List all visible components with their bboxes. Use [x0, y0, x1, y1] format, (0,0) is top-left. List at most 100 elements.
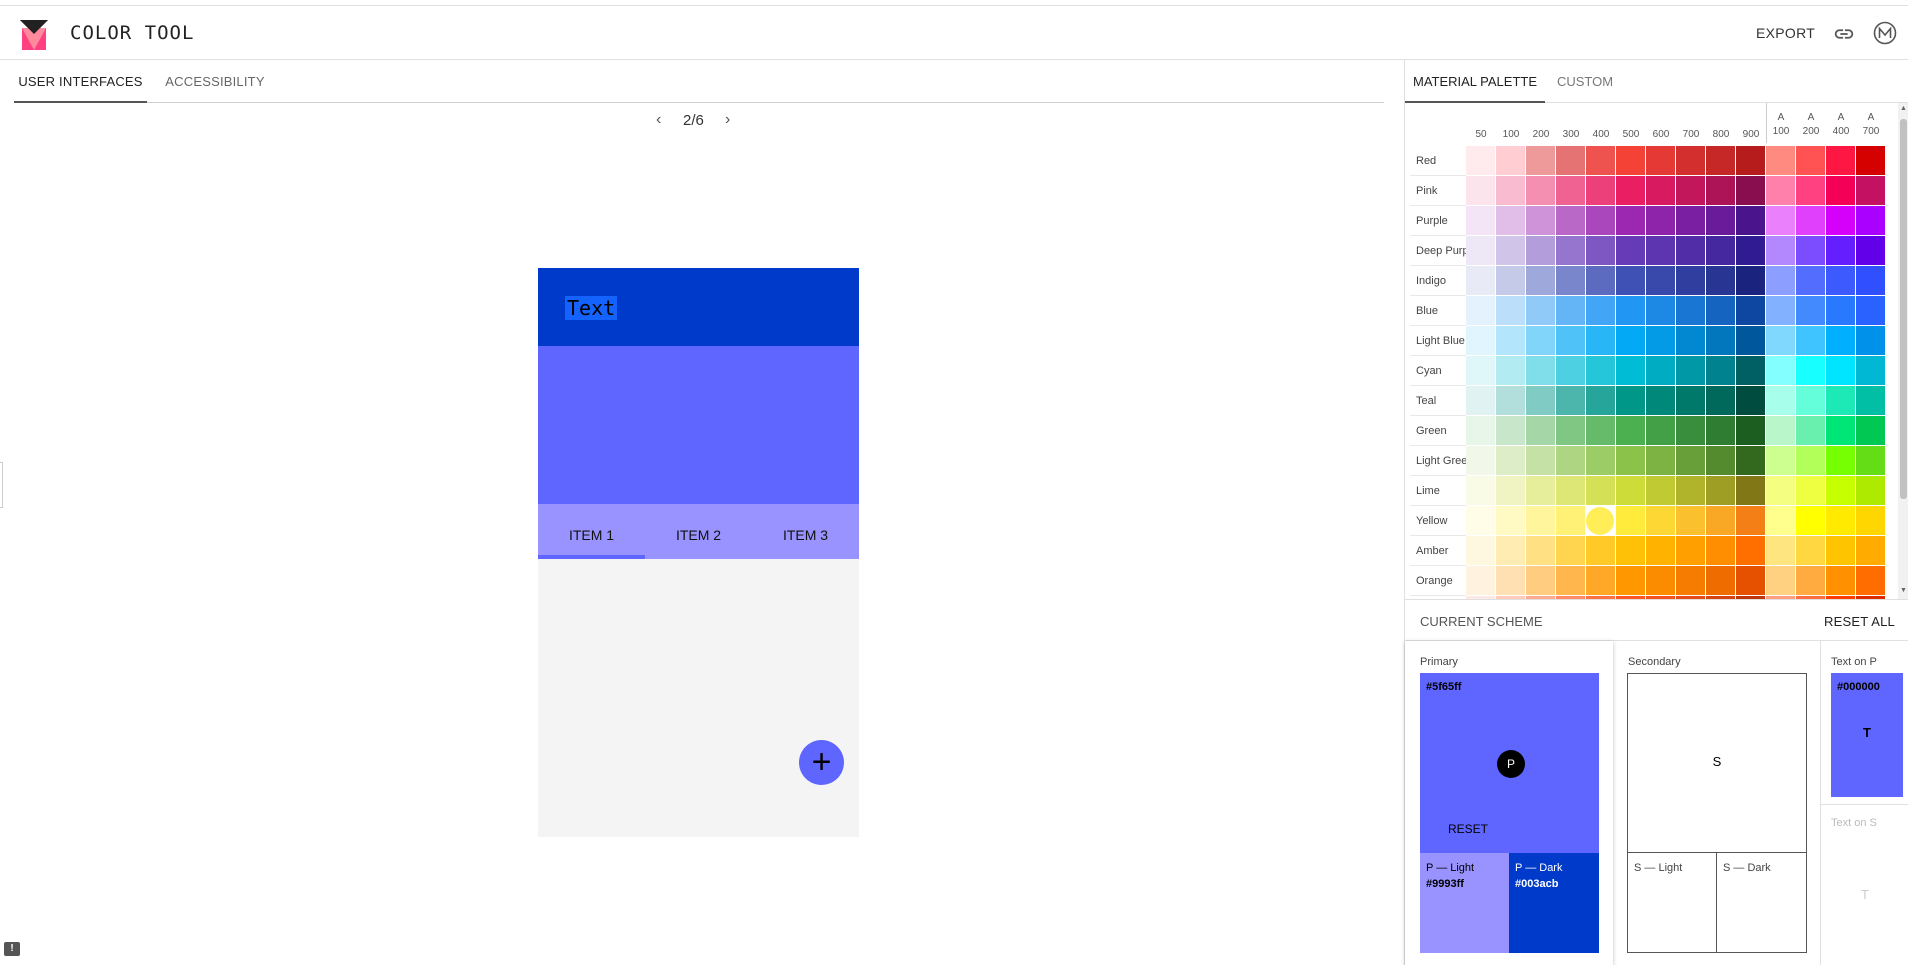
palette-swatch[interactable] — [1736, 386, 1766, 416]
palette-swatch[interactable] — [1586, 266, 1616, 296]
palette-swatch[interactable] — [1466, 446, 1496, 476]
palette-swatch[interactable] — [1646, 446, 1676, 476]
palette-swatch[interactable] — [1586, 206, 1616, 236]
palette-swatch[interactable] — [1856, 416, 1886, 446]
link-icon[interactable] — [1833, 23, 1855, 45]
palette-swatch[interactable] — [1496, 236, 1526, 266]
palette-swatch[interactable] — [1676, 386, 1706, 416]
palette-swatch[interactable] — [1586, 236, 1616, 266]
palette-swatch[interactable] — [1556, 536, 1586, 566]
palette-swatch[interactable] — [1526, 506, 1556, 536]
palette-swatch[interactable] — [1556, 506, 1586, 536]
palette-swatch[interactable] — [1586, 476, 1616, 506]
palette-swatch[interactable] — [1826, 176, 1856, 206]
palette-swatch[interactable] — [1856, 176, 1886, 206]
chevron-right-icon[interactable]: › — [725, 111, 730, 129]
palette-swatch[interactable] — [1736, 326, 1766, 356]
palette-swatch[interactable] — [1826, 566, 1856, 596]
palette-swatch[interactable] — [1556, 326, 1586, 356]
preview-fab-button[interactable]: + — [799, 740, 844, 785]
palette-swatch[interactable] — [1706, 296, 1736, 326]
palette-swatch[interactable] — [1586, 296, 1616, 326]
palette-swatch[interactable] — [1706, 176, 1736, 206]
palette-swatch[interactable] — [1826, 356, 1856, 386]
export-button[interactable]: EXPORT — [1756, 25, 1815, 41]
palette-swatch[interactable] — [1646, 386, 1676, 416]
secondary-dark-swatch[interactable]: S — Dark — [1716, 852, 1807, 953]
palette-swatch[interactable] — [1766, 206, 1796, 236]
palette-swatch[interactable] — [1676, 236, 1706, 266]
palette-swatch[interactable] — [1766, 326, 1796, 356]
palette-swatch[interactable] — [1826, 506, 1856, 536]
palette-swatch[interactable] — [1646, 146, 1676, 176]
palette-swatch[interactable] — [1796, 356, 1826, 386]
palette-swatch[interactable] — [1706, 566, 1736, 596]
palette-swatch[interactable] — [1826, 146, 1856, 176]
palette-swatch[interactable] — [1856, 566, 1886, 596]
palette-swatch[interactable] — [1796, 326, 1826, 356]
palette-swatch[interactable] — [1556, 206, 1586, 236]
scroll-down-arrow-icon[interactable]: ▼ — [1900, 587, 1907, 594]
palette-swatch[interactable] — [1616, 536, 1646, 566]
palette-swatch[interactable] — [1796, 416, 1826, 446]
palette-swatch[interactable] — [1766, 416, 1796, 446]
palette-swatch[interactable] — [1496, 266, 1526, 296]
palette-swatch[interactable] — [1766, 266, 1796, 296]
palette-swatch[interactable] — [1526, 416, 1556, 446]
tab-material-palette[interactable]: MATERIAL PALETTE — [1405, 60, 1545, 103]
palette-swatch[interactable] — [1796, 176, 1826, 206]
preview-tab-item-2[interactable]: ITEM 2 — [645, 504, 752, 559]
palette-swatch[interactable] — [1856, 236, 1886, 266]
palette-swatch[interactable] — [1856, 386, 1886, 416]
palette-swatch[interactable] — [1706, 386, 1736, 416]
palette-swatch[interactable] — [1646, 566, 1676, 596]
scrollbar-thumb[interactable] — [1900, 119, 1907, 499]
palette-swatch[interactable] — [1526, 296, 1556, 326]
palette-swatch[interactable] — [1856, 446, 1886, 476]
palette-swatch[interactable] — [1706, 506, 1736, 536]
palette-swatch[interactable] — [1616, 506, 1646, 536]
palette-swatch[interactable] — [1706, 446, 1736, 476]
palette-scrollbar[interactable]: ▲ ▼ — [1898, 103, 1908, 599]
palette-swatch[interactable] — [1616, 146, 1646, 176]
text-on-primary-swatch[interactable]: #000000 T — [1831, 673, 1903, 797]
palette-swatch[interactable] — [1766, 236, 1796, 266]
palette-swatch[interactable] — [1676, 416, 1706, 446]
palette-swatch[interactable] — [1526, 206, 1556, 236]
palette-swatch[interactable] — [1796, 506, 1826, 536]
palette-swatch[interactable] — [1766, 356, 1796, 386]
palette-swatch[interactable] — [1526, 326, 1556, 356]
secondary-light-swatch[interactable]: S — Light — [1627, 852, 1717, 953]
primary-swatch[interactable]: #5f65ff P RESET — [1420, 673, 1599, 853]
preview-tab-item-3[interactable]: ITEM 3 — [752, 504, 859, 559]
palette-swatch[interactable] — [1736, 536, 1766, 566]
palette-swatch[interactable] — [1736, 506, 1766, 536]
palette-swatch[interactable] — [1646, 236, 1676, 266]
palette-swatch[interactable] — [1616, 356, 1646, 386]
palette-swatch[interactable] — [1646, 536, 1676, 566]
palette-swatch[interactable] — [1556, 236, 1586, 266]
palette-swatch[interactable] — [1556, 416, 1586, 446]
palette-swatch[interactable] — [1586, 356, 1616, 386]
palette-swatch[interactable] — [1676, 296, 1706, 326]
tab-custom[interactable]: CUSTOM — [1545, 60, 1625, 103]
color-tool-logo-icon[interactable] — [20, 20, 48, 50]
palette-swatch[interactable] — [1766, 176, 1796, 206]
tab-accessibility[interactable]: ACCESSIBILITY — [160, 60, 270, 103]
palette-swatch[interactable] — [1796, 386, 1826, 416]
palette-swatch[interactable] — [1556, 176, 1586, 206]
palette-swatch[interactable] — [1526, 446, 1556, 476]
palette-swatch[interactable] — [1676, 566, 1706, 596]
palette-swatch[interactable] — [1796, 266, 1826, 296]
palette-swatch[interactable] — [1676, 176, 1706, 206]
palette-swatch[interactable] — [1706, 146, 1736, 176]
palette-swatch[interactable] — [1466, 266, 1496, 296]
palette-swatch[interactable] — [1526, 536, 1556, 566]
palette-swatch[interactable] — [1736, 356, 1766, 386]
palette-swatch[interactable] — [1676, 326, 1706, 356]
palette-swatch[interactable] — [1616, 236, 1646, 266]
palette-swatch[interactable] — [1706, 356, 1736, 386]
palette-swatch[interactable] — [1466, 236, 1496, 266]
palette-swatch[interactable] — [1706, 416, 1736, 446]
palette-swatch[interactable] — [1556, 476, 1586, 506]
